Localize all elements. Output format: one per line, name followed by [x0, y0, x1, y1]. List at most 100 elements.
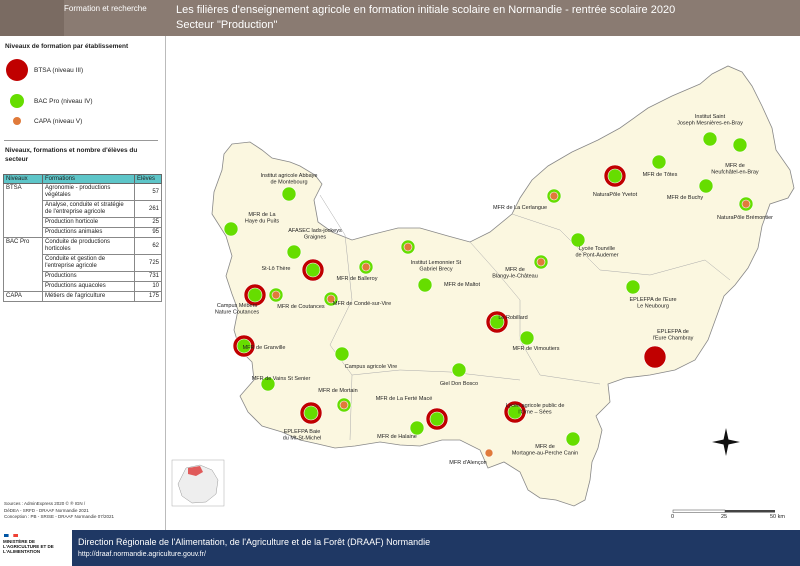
- north-arrow-cross: [712, 439, 740, 445]
- site-label: St-Lô Thère: [262, 266, 291, 272]
- table-row: BAC Pro Conduite de productions horticol…: [3, 237, 162, 292]
- bac-symbol: [281, 186, 297, 202]
- site-label: NaturaPôle Yvetot: [593, 192, 638, 198]
- cell-formation: Analyse, conduite et stratégie de l'entr…: [42, 200, 135, 218]
- cell-formation: Conduite et gestion de l'entreprise agri…: [42, 254, 135, 272]
- cell-formation: Productions animales: [42, 227, 135, 238]
- table-row: BTSA Agronomie - productions végétales 5…: [3, 183, 162, 238]
- scale-label-25: 25: [721, 514, 727, 520]
- site-label: Campus Mébers Nature Coutances: [215, 303, 260, 316]
- title-line-1: Les filières d'enseignement agricole en …: [176, 4, 676, 16]
- scale-label-50: 50 km: [770, 514, 785, 520]
- legend-item-btsa: BTSA (niveau III): [6, 59, 83, 81]
- bac-symbol: [286, 244, 302, 260]
- capa-symbol: [13, 117, 21, 125]
- col-header-niveaux: Niveaux: [3, 174, 43, 184]
- org-url[interactable]: http://draaf.normandie.agriculture.gouv.…: [78, 551, 206, 558]
- sources-text: Sources : AdminExpress 2020 © ® IGN / Dé…: [4, 501, 114, 521]
- capa-symbol: [361, 262, 371, 272]
- cell-eleves: 10: [134, 281, 162, 292]
- site-label: MFR de Vains St Senier: [252, 376, 311, 382]
- capa-symbol: [549, 191, 559, 201]
- capa-symbol: [271, 290, 281, 300]
- site-label: MFR de La Haye du Puits: [245, 212, 279, 225]
- site-label: MFR de Granville: [243, 345, 286, 351]
- scale-bar: 0 25 50 km: [671, 509, 785, 520]
- legend-panel: Niveaux de formation par établissement B…: [0, 36, 166, 530]
- north-arrow: [712, 428, 740, 456]
- bac-symbol: [451, 362, 467, 378]
- site-label: MFR de Tôtes: [643, 172, 678, 178]
- cell-formation: Agronomie - productions végétales: [42, 183, 135, 201]
- capa-symbol: [536, 257, 546, 267]
- site-label: MFR de La Cerlangue: [493, 205, 547, 211]
- site-label: EPLEFPA Baie du Mt-St-Michel: [283, 429, 322, 442]
- site-label: MFR d'Alençon: [449, 460, 486, 466]
- page-title: Les filières d'enseignement agricole en …: [176, 3, 675, 33]
- col-header-eleves: Elèves: [134, 174, 162, 184]
- site-label: MFR de Halaine: [377, 434, 417, 440]
- legend-title: Niveaux de formation par établissement: [5, 43, 129, 50]
- site-label: MFR de Coutances: [277, 304, 325, 310]
- table-title: Niveaux, formations et nombre d'élèves d…: [5, 147, 138, 163]
- capa-symbol: [484, 448, 494, 458]
- cell-niveau: BTSA: [3, 183, 43, 238]
- cell-eleves: 175: [134, 291, 162, 302]
- bac-symbol: [409, 420, 425, 436]
- site-label: MFR de Condé-sur-Vire: [333, 301, 391, 307]
- bac-symbol: [247, 287, 263, 303]
- btsa-symbol: [643, 345, 667, 369]
- site-label: EPLEFPA de l'Eure Chambray: [653, 329, 694, 342]
- formations-table: Niveaux Formations Elèves BTSA Agronomie…: [3, 174, 162, 302]
- site-label: Giel Don Bosco: [440, 381, 478, 387]
- french-flag-icon: [4, 534, 18, 537]
- site-label: MFR de Mortain: [318, 388, 357, 394]
- bac-symbol: [607, 168, 623, 184]
- cell-eleves: 57: [134, 183, 162, 201]
- bac-symbol: [429, 411, 445, 427]
- category-label: Formation et recherche: [64, 4, 147, 13]
- bac-symbol: [10, 94, 24, 108]
- title-line-2: Secteur "Production": [176, 19, 278, 31]
- cell-formation: Conduite de productions horticoles: [42, 237, 135, 255]
- cell-eleves: 25: [134, 217, 162, 228]
- site-label: MFR de Vimoutiers: [513, 346, 560, 352]
- bac-symbol: [334, 346, 350, 362]
- bac-symbol: [417, 277, 433, 293]
- bac-symbol: [519, 330, 535, 346]
- inset-map: [171, 459, 225, 507]
- site-label: Lycée Tourville de Pont-Audemer: [575, 246, 618, 259]
- cell-formation: Productions aquacoles: [42, 281, 135, 292]
- scale-segment: [672, 509, 726, 513]
- footer-bar: MINISTÈRE DE L'AGRICULTURE ET DE L'ALIME…: [0, 530, 800, 566]
- cell-niveau: BAC Pro: [3, 237, 43, 292]
- cell-eleves: 261: [134, 200, 162, 218]
- site-label: MFR de La Ferté Macé: [376, 396, 433, 402]
- capa-symbol: [741, 199, 751, 209]
- cell-eleves: 731: [134, 271, 162, 282]
- legend-label-capa: CAPA (niveau V): [34, 117, 83, 125]
- cell-eleves: 725: [134, 254, 162, 272]
- bac-symbol: [565, 431, 581, 447]
- cell-niveau: CAPA: [3, 291, 43, 302]
- bac-symbol: [303, 405, 319, 421]
- bac-symbol: [223, 221, 239, 237]
- legend-label-btsa: BTSA (niveau III): [34, 66, 84, 74]
- bac-symbol: [698, 178, 714, 194]
- bac-symbol: [570, 232, 586, 248]
- ministry-logo: MINISTÈRE DE L'AGRICULTURE ET DE L'ALIME…: [0, 530, 72, 566]
- site-label: Le Robillard: [498, 315, 527, 321]
- org-name: Direction Régionale de l'Alimentation, d…: [78, 537, 431, 547]
- btsa-symbol: [6, 59, 28, 81]
- table-header-row: Niveaux Formations Elèves: [3, 174, 162, 184]
- category-block: Formation et recherche: [0, 0, 147, 36]
- ministry-name: MINISTÈRE DE L'AGRICULTURE ET DE L'ALIME…: [3, 539, 54, 554]
- legend-divider: [4, 140, 158, 141]
- site-label: MFR de Maltot: [444, 282, 481, 288]
- normandy-map: Institut agricole Abbaye de MontebourgMFR…: [166, 36, 800, 530]
- header-bar: Formation et recherche Les filières d'en…: [0, 0, 800, 36]
- legend-item-capa: CAPA (niveau V): [6, 117, 82, 125]
- site-label: NaturaPôle Brémontier: [717, 215, 773, 221]
- cell-formation: Métiers de l'agriculture: [42, 291, 135, 302]
- site-label: MFR de Buchy: [667, 195, 704, 201]
